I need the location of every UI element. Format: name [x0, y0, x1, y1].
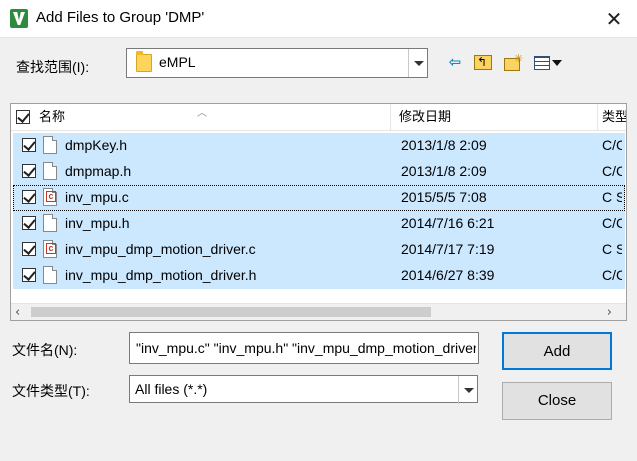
file-row[interactable]: dmpmap.h 2013/1/8 2:09 C/C++: [13, 159, 625, 185]
back-icon[interactable]: ⇦: [444, 52, 466, 72]
scroll-right-icon[interactable]: ›: [607, 305, 612, 320]
row-checkbox[interactable]: [22, 216, 36, 230]
file-row[interactable]: inv_mpu_dmp_motion_driver.h 2014/6/27 8:…: [13, 263, 625, 289]
file-type: C Source: [602, 189, 622, 205]
row-checkbox[interactable]: [22, 138, 36, 152]
file-type: C/C++: [602, 215, 622, 231]
file-type: C/C++: [602, 137, 622, 153]
list-header: ︿ 名称 修改日期 类型: [11, 104, 626, 131]
filename-input[interactable]: "inv_mpu.c" "inv_mpu.h" "inv_mpu_dmp_mot…: [129, 332, 479, 364]
row-checkbox[interactable]: [22, 190, 36, 204]
file-type: C Source: [602, 241, 622, 257]
file-c-icon: [43, 240, 57, 258]
file-date: 2015/5/5 7:08: [401, 189, 487, 205]
column-header-type[interactable]: 类型: [598, 104, 626, 131]
row-checkbox[interactable]: [22, 242, 36, 256]
file-type: C/C++: [602, 267, 622, 283]
file-h-icon: [43, 162, 57, 180]
scroll-left-icon[interactable]: ‹: [15, 305, 20, 320]
close-button[interactable]: Close: [502, 382, 612, 420]
sort-caret-icon: ︿: [197, 108, 207, 119]
up-folder-icon[interactable]: [472, 52, 494, 72]
row-checkbox[interactable]: [22, 268, 36, 282]
horizontal-scrollbar[interactable]: ‹ ›: [11, 303, 626, 320]
file-row[interactable]: inv_mpu_dmp_motion_driver.c 2014/7/17 7:…: [13, 237, 625, 263]
add-button[interactable]: Add: [502, 332, 612, 370]
view-menu-icon[interactable]: [530, 52, 566, 72]
file-row[interactable]: inv_mpu.c 2015/5/5 7:08 C Source: [13, 185, 625, 211]
window-close-button[interactable]: ✕: [599, 4, 629, 34]
file-name: inv_mpu.c: [65, 189, 129, 205]
file-name: inv_mpu_dmp_motion_driver.h: [65, 267, 257, 283]
filetype-dropdown-arrow[interactable]: [458, 376, 477, 404]
file-name: dmpKey.h: [65, 137, 127, 153]
file-type: C/C++: [602, 163, 622, 179]
filetype-dropdown[interactable]: All files (*.*): [129, 375, 478, 404]
column-header-name[interactable]: ︿ 名称: [11, 104, 391, 131]
select-all-checkbox[interactable]: [16, 110, 30, 124]
column-name-label: 名称: [39, 110, 66, 125]
file-h-icon: [43, 136, 57, 154]
filename-label: 文件名(N):: [12, 342, 78, 358]
file-h-icon: [43, 266, 57, 284]
lookin-value: eMPL: [159, 54, 196, 70]
lookin-dropdown[interactable]: eMPL: [126, 48, 428, 78]
scroll-thumb[interactable]: [31, 307, 431, 317]
row-checkbox[interactable]: [22, 164, 36, 178]
file-date: 2014/7/17 7:19: [401, 241, 495, 257]
file-list[interactable]: ︿ 名称 修改日期 类型 dmpKey.h 2013/1/8 2:09 C/C+…: [10, 103, 627, 321]
folder-icon: [136, 51, 152, 72]
filename-value: "inv_mpu.c" "inv_mpu.h" "inv_mpu_dmp_mot…: [136, 340, 476, 356]
file-date: 2013/1/8 2:09: [401, 137, 487, 153]
window-title: Add Files to Group 'DMP': [36, 9, 205, 26]
lookin-dropdown-arrow[interactable]: [408, 49, 427, 77]
lookin-label: 查找范围(I):: [16, 59, 90, 75]
file-name: dmpmap.h: [65, 163, 132, 179]
file-name: inv_mpu_dmp_motion_driver.c: [65, 241, 256, 257]
file-date: 2014/6/27 8:39: [401, 267, 495, 283]
new-folder-icon[interactable]: [500, 49, 524, 72]
filetype-value: All files (*.*): [135, 381, 208, 397]
file-c-icon: [43, 188, 57, 206]
filetype-label: 文件类型(T):: [12, 383, 90, 399]
file-row[interactable]: inv_mpu.h 2014/7/16 6:21 C/C++: [13, 211, 625, 237]
title-bar: Add Files to Group 'DMP' ✕: [0, 0, 637, 38]
file-row[interactable]: dmpKey.h 2013/1/8 2:09 C/C++: [13, 133, 625, 159]
file-h-icon: [43, 214, 57, 232]
column-header-date[interactable]: 修改日期: [391, 104, 598, 131]
keil-app-icon: [10, 9, 28, 28]
file-date: 2014/7/16 6:21: [401, 215, 495, 231]
file-name: inv_mpu.h: [65, 215, 130, 231]
file-date: 2013/1/8 2:09: [401, 163, 487, 179]
